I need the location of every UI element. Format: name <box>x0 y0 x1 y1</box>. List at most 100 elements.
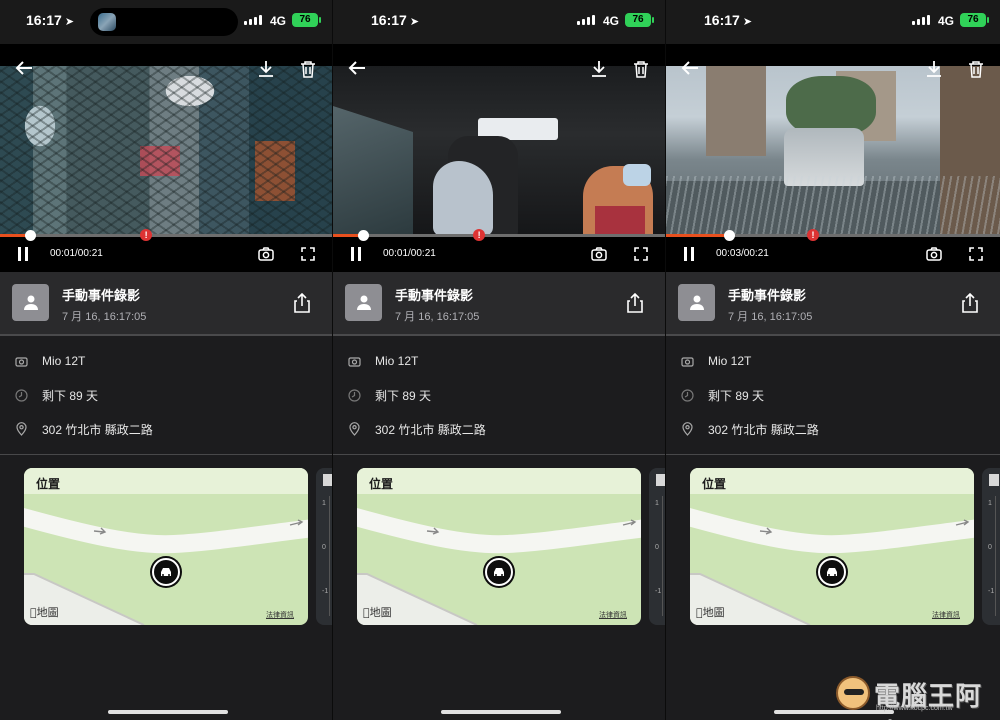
back-arrow-icon[interactable] <box>681 60 699 76</box>
map-view[interactable]: 地圖 法律資訊 <box>24 494 308 625</box>
status-time-text: 16:17 <box>704 12 740 28</box>
fullscreen-icon[interactable] <box>634 247 648 266</box>
car-location-pin[interactable] <box>152 558 180 586</box>
share-icon[interactable] <box>962 292 978 318</box>
location-arrow-icon: ➤ <box>742 16 753 28</box>
download-icon[interactable] <box>591 60 607 78</box>
video-frame <box>0 66 332 236</box>
maps-logo-text: 地圖 <box>30 607 59 619</box>
pause-icon[interactable] <box>350 247 362 261</box>
map-view[interactable]: 地圖 法律資訊 <box>690 494 974 625</box>
camera-icon[interactable] <box>926 247 942 266</box>
network-type: 4G <box>937 14 954 28</box>
chart-tick-label: -1 <box>655 588 662 595</box>
event-marker-icon[interactable]: ! <box>806 229 819 241</box>
chart-tick-label: -1 <box>988 588 995 595</box>
event-details: Mio 12T 剩下 89 天 302 竹北市 縣政二路 <box>0 336 332 454</box>
map-title: 位置 <box>24 468 308 494</box>
scrubber-handle[interactable] <box>357 230 369 241</box>
dashcam-icon <box>14 354 28 368</box>
trash-icon[interactable] <box>968 60 984 78</box>
sensor-chart-card-peek[interactable]: 1 0 -1 <box>649 468 665 625</box>
location-arrow-icon: ➤ <box>409 16 420 28</box>
chart-tick-label: 0 <box>655 544 659 551</box>
chart-tick-label: 1 <box>988 500 992 507</box>
video-player[interactable]: ! 00:03/00:21 <box>666 44 1000 272</box>
sensor-chart-card-peek[interactable]: 1 0 -1 <box>316 468 332 625</box>
scrubber-handle[interactable] <box>724 230 736 241</box>
fullscreen-icon[interactable] <box>301 247 315 266</box>
chart-tick-label: 0 <box>322 544 326 551</box>
person-icon <box>12 284 49 321</box>
camera-icon[interactable] <box>591 247 607 266</box>
share-icon[interactable] <box>294 292 310 318</box>
chart-title-fragment <box>323 474 332 486</box>
legal-link[interactable]: 法律資訊 <box>599 610 627 620</box>
share-icon[interactable] <box>627 292 643 318</box>
home-indicator[interactable] <box>441 710 561 714</box>
location-map-card[interactable]: 位置 地圖 法律資訊 <box>690 468 974 625</box>
legal-link[interactable]: 法律資訊 <box>932 610 960 620</box>
video-scrubber[interactable]: ! <box>333 229 665 241</box>
event-datetime: 7 月 16, 16:17:05 <box>728 311 813 323</box>
download-icon[interactable] <box>258 60 274 78</box>
event-details: Mio 12T 剩下 89 天 302 竹北市 縣政二路 <box>666 336 1000 454</box>
apple-maps-logo: 地圖 <box>30 604 59 620</box>
car-location-pin[interactable] <box>485 558 513 586</box>
detail-remaining: 剩下 89 天 <box>347 386 431 404</box>
home-indicator[interactable] <box>108 710 228 714</box>
event-marker-icon[interactable]: ! <box>140 229 153 241</box>
legal-link[interactable]: 法律資訊 <box>266 610 294 620</box>
location-map-card[interactable]: 位置 地圖 法律資訊 <box>357 468 641 625</box>
trash-icon[interactable] <box>300 60 316 78</box>
device-name: Mio 12T <box>375 354 419 368</box>
location-pin-icon <box>680 422 694 436</box>
fullscreen-icon[interactable] <box>969 247 983 266</box>
detail-remaining: 剩下 89 天 <box>680 386 764 404</box>
event-header: 手動事件錄影 7 月 16, 16:17:05 <box>666 272 1000 334</box>
back-arrow-icon[interactable] <box>15 60 33 76</box>
event-datetime: 7 月 16, 16:17:05 <box>62 311 147 323</box>
video-player[interactable]: ! 00:01/00:21 <box>333 44 665 272</box>
video-scrubber[interactable]: ! <box>0 229 332 241</box>
apple-maps-logo: 地圖 <box>363 604 392 620</box>
scrubber-handle[interactable] <box>24 230 36 241</box>
location-map-card[interactable]: 位置 地圖 法律資訊 <box>24 468 308 625</box>
screenshot-collage: 16:17 ➤ 4G 76 ! 00:01/00:21 手動事件錄影 7 月 1… <box>0 0 1000 720</box>
map-title: 位置 <box>690 468 974 494</box>
signal-icon <box>912 15 930 25</box>
address-text: 302 竹北市 縣政二路 <box>375 422 486 437</box>
dashcam-icon <box>347 354 361 368</box>
battery-badge: 76 <box>292 13 321 27</box>
download-icon[interactable] <box>926 60 942 78</box>
chart-tick-label: 1 <box>322 500 326 507</box>
event-marker-icon[interactable]: ! <box>473 229 486 241</box>
status-bar: 16:17 ➤ 4G 76 <box>666 0 1000 44</box>
video-player[interactable]: ! 00:01/00:21 <box>0 44 332 272</box>
video-controls: 00:01/00:21 <box>333 242 665 268</box>
watermark: 電腦王阿達 http://www.kocpc.com.tw <box>836 672 996 720</box>
back-arrow-icon[interactable] <box>348 60 366 76</box>
phone-screen-1: 16:17 ➤ 4G 76 ! 00:01/00:21 手動事件錄影 7 月 1… <box>0 0 333 720</box>
detail-device: Mio 12T <box>680 352 751 370</box>
apple-icon:  <box>696 606 703 619</box>
apple-maps-logo: 地圖 <box>696 604 725 620</box>
event-details: Mio 12T 剩下 89 天 302 竹北市 縣政二路 <box>333 336 665 454</box>
pause-icon[interactable] <box>17 247 29 261</box>
video-timecode: 00:03/00:21 <box>716 248 769 259</box>
camera-icon[interactable] <box>258 247 274 266</box>
car-location-pin[interactable] <box>818 558 846 586</box>
sensor-chart-card-peek[interactable]: 1 0 -1 <box>982 468 1000 625</box>
pause-icon[interactable] <box>683 247 695 261</box>
video-timecode: 00:01/00:21 <box>50 248 103 259</box>
video-frame <box>333 66 665 236</box>
status-bar: 16:17 ➤ 4G 76 <box>0 0 332 44</box>
signal-icon <box>244 15 262 25</box>
chart-axis <box>329 496 330 616</box>
chart-title-fragment <box>656 474 665 486</box>
video-scrubber[interactable]: ! <box>666 229 1000 241</box>
map-view[interactable]: 地圖 法律資訊 <box>357 494 641 625</box>
battery-badge: 76 <box>625 13 654 27</box>
trash-icon[interactable] <box>633 60 649 78</box>
dashcam-icon <box>680 354 694 368</box>
